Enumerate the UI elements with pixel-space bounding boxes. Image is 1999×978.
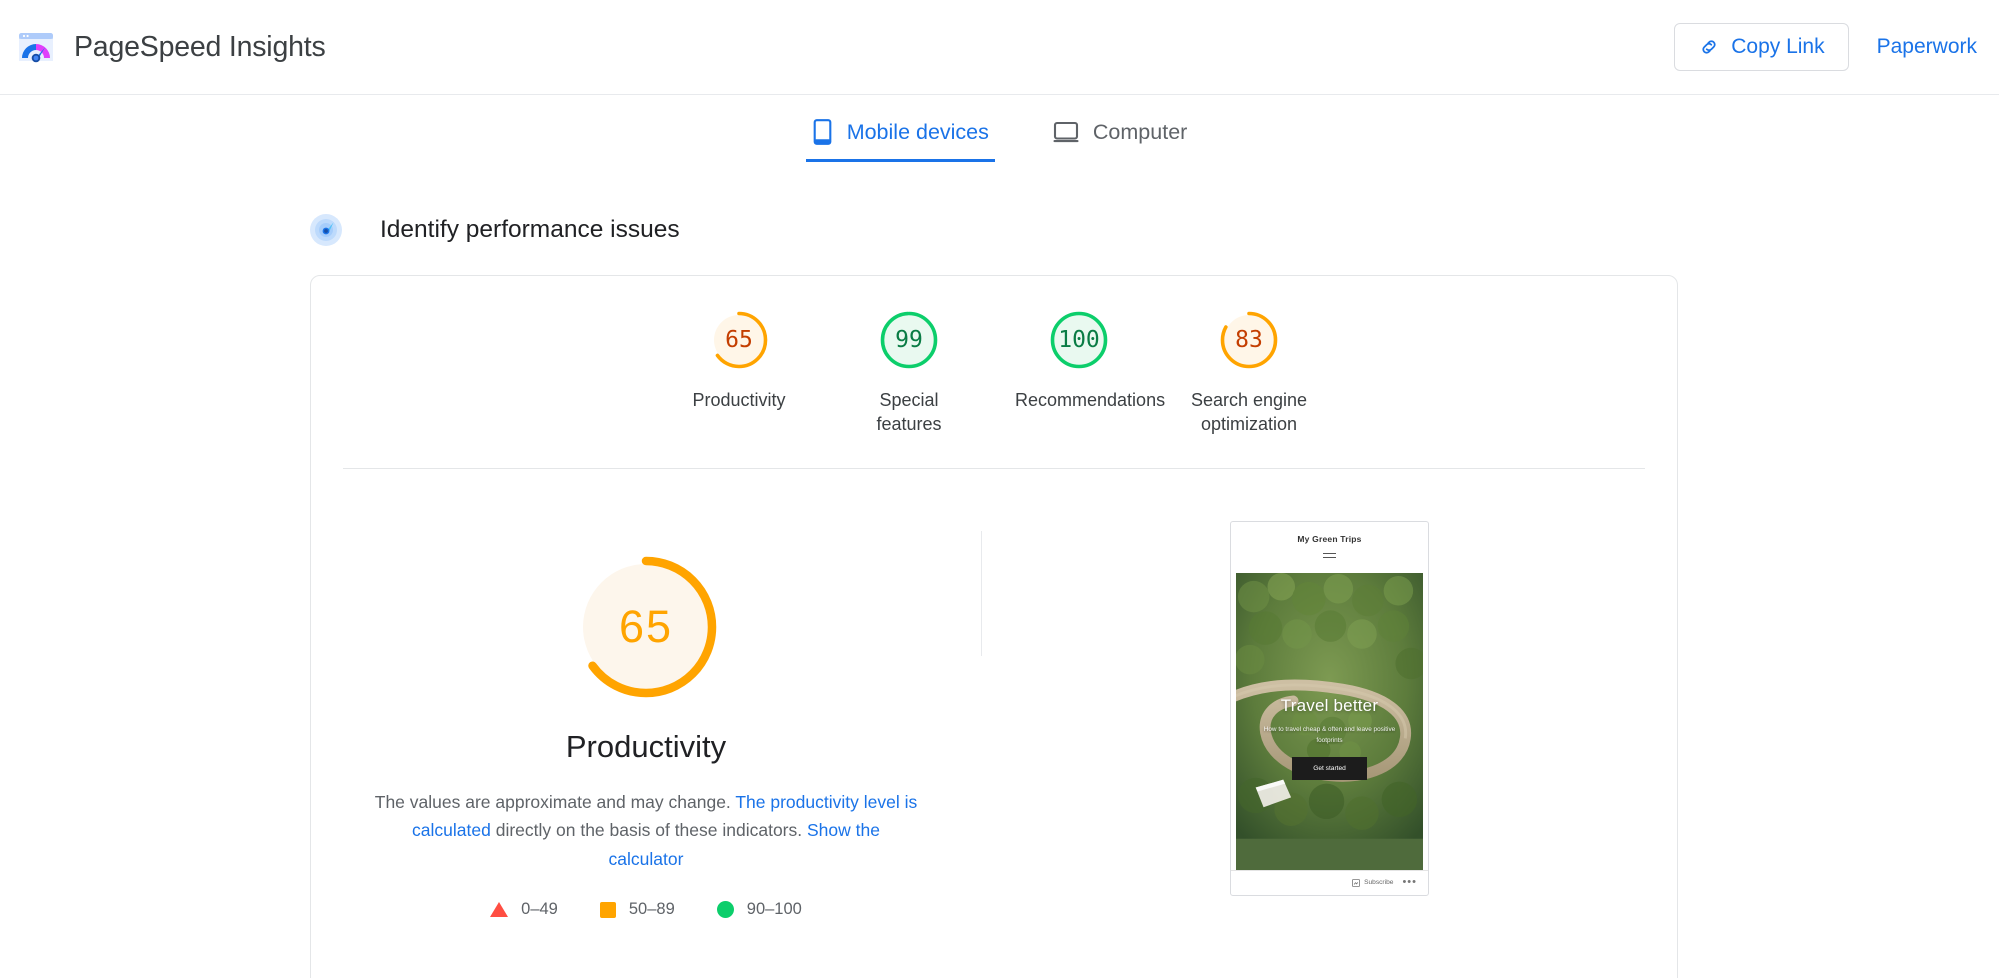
detail-title: Productivity (565, 728, 727, 764)
more-dots-icon[interactable]: ••• (1402, 877, 1417, 888)
score-item-productivity[interactable]: 65 Productivity (654, 309, 824, 437)
get-started-button[interactable]: Get started (1292, 757, 1367, 781)
preview-site-name: My Green Trips (1297, 533, 1362, 544)
tab-computer-label: Computer (1092, 119, 1188, 144)
square-icon (599, 901, 616, 918)
score-legend: 0–49 50–89 90–100 (490, 900, 802, 919)
preview-hero: Travel better How to travel cheap & ofte… (1236, 572, 1423, 870)
device-tabs: Mobile devices Computer (0, 95, 1999, 162)
brand-title: PageSpeed Insights (74, 30, 326, 63)
hero-overlay: Travel better How to travel cheap & ofte… (1236, 573, 1423, 870)
hamburger-menu-icon (1323, 552, 1336, 558)
legend-range-good: 90–100 (746, 900, 802, 919)
detail-gauge-value: 65 (618, 600, 674, 652)
subscribe-icon (1352, 878, 1361, 887)
score-gauge-productivity: 65 (708, 309, 770, 371)
hero-subtitle: How to travel cheap & often and leave po… (1263, 725, 1396, 745)
score-value-recommendations: 100 (1058, 327, 1100, 353)
score-item-special-features[interactable]: 99 Special features (824, 309, 994, 437)
tab-mobile-devices[interactable]: Mobile devices (805, 111, 995, 162)
score-item-seo[interactable]: 83 Search engine optimization (1164, 309, 1334, 437)
score-gauge-special-features: 99 (878, 309, 940, 371)
detail-left: 65 Productivity The values are approxima… (311, 521, 981, 920)
hero-title: Travel better (1280, 695, 1379, 715)
score-label-productivity: Productivity (692, 390, 786, 410)
detail-description: The values are approximate and may chang… (374, 788, 919, 874)
desktop-monitor-icon (1053, 121, 1079, 143)
section-header: Identify performance issues (310, 214, 1999, 246)
legend-item-average: 50–89 (599, 900, 675, 919)
score-gauge-recommendations: 100 (1048, 309, 1110, 371)
score-value-productivity: 65 (725, 327, 753, 353)
section-title: Identify performance issues (380, 216, 680, 243)
score-summary-row: 65 Productivity 99 Special features 100 … (311, 276, 1677, 437)
main-content: Identify performance issues 65 Productiv… (0, 214, 1999, 978)
detail-gauge: 65 (570, 551, 722, 703)
legend-item-poor: 0–49 (490, 900, 558, 919)
tab-computer[interactable]: Computer (1047, 111, 1193, 162)
score-value-seo: 83 (1235, 327, 1263, 353)
preview-header: My Green Trips (1231, 522, 1428, 569)
triangle-icon (490, 902, 509, 918)
paperwork-link[interactable]: Paperwork (1877, 35, 1977, 59)
copy-link-label: Copy Link (1731, 35, 1825, 58)
legend-range-average: 50–89 (628, 900, 675, 919)
detail-panel: 65 Productivity The values are approxima… (311, 469, 1677, 920)
score-item-recommendations[interactable]: 100 Recommendations (994, 309, 1166, 437)
speedometer-icon (310, 214, 342, 246)
legend-item-good: 90–100 (716, 900, 802, 919)
detail-desc-prefix: The values are approximate and may chang… (374, 791, 736, 812)
preview-footer: Subscribe ••• (1231, 869, 1428, 895)
score-gauge-seo: 83 (1218, 309, 1280, 371)
results-card: 65 Productivity 99 Special features 100 … (310, 275, 1678, 978)
score-value-special-features: 99 (895, 327, 923, 353)
link-icon (1702, 40, 1716, 54)
copy-link-button[interactable]: Copy Link (1674, 23, 1849, 71)
subscribe-control[interactable]: Subscribe (1352, 878, 1394, 887)
score-label-recommendations: Recommendations (1015, 390, 1166, 410)
app-header: PageSpeed Insights Copy Link Paperwork (0, 0, 1999, 95)
page-preview-mockup: My Green Trips Travel better How to trav… (1230, 520, 1429, 896)
score-label-seo: Search engine optimization (1190, 390, 1308, 435)
detail-desc-middle: directly on the basis of these indicator… (490, 820, 807, 841)
circle-icon (716, 901, 734, 919)
brand[interactable]: PageSpeed Insights (16, 27, 326, 67)
tab-mobile-devices-label: Mobile devices (846, 119, 989, 144)
detail-right: My Green Trips Travel better How to trav… (982, 520, 1677, 920)
pagespeed-logo-icon (19, 33, 53, 63)
legend-range-poor: 0–49 (521, 900, 558, 919)
mobile-phone-icon (813, 119, 832, 145)
header-actions: Copy Link Paperwork (1674, 23, 1977, 71)
score-label-special-features: Special features (876, 390, 942, 435)
subscribe-label: Subscribe (1364, 879, 1394, 887)
